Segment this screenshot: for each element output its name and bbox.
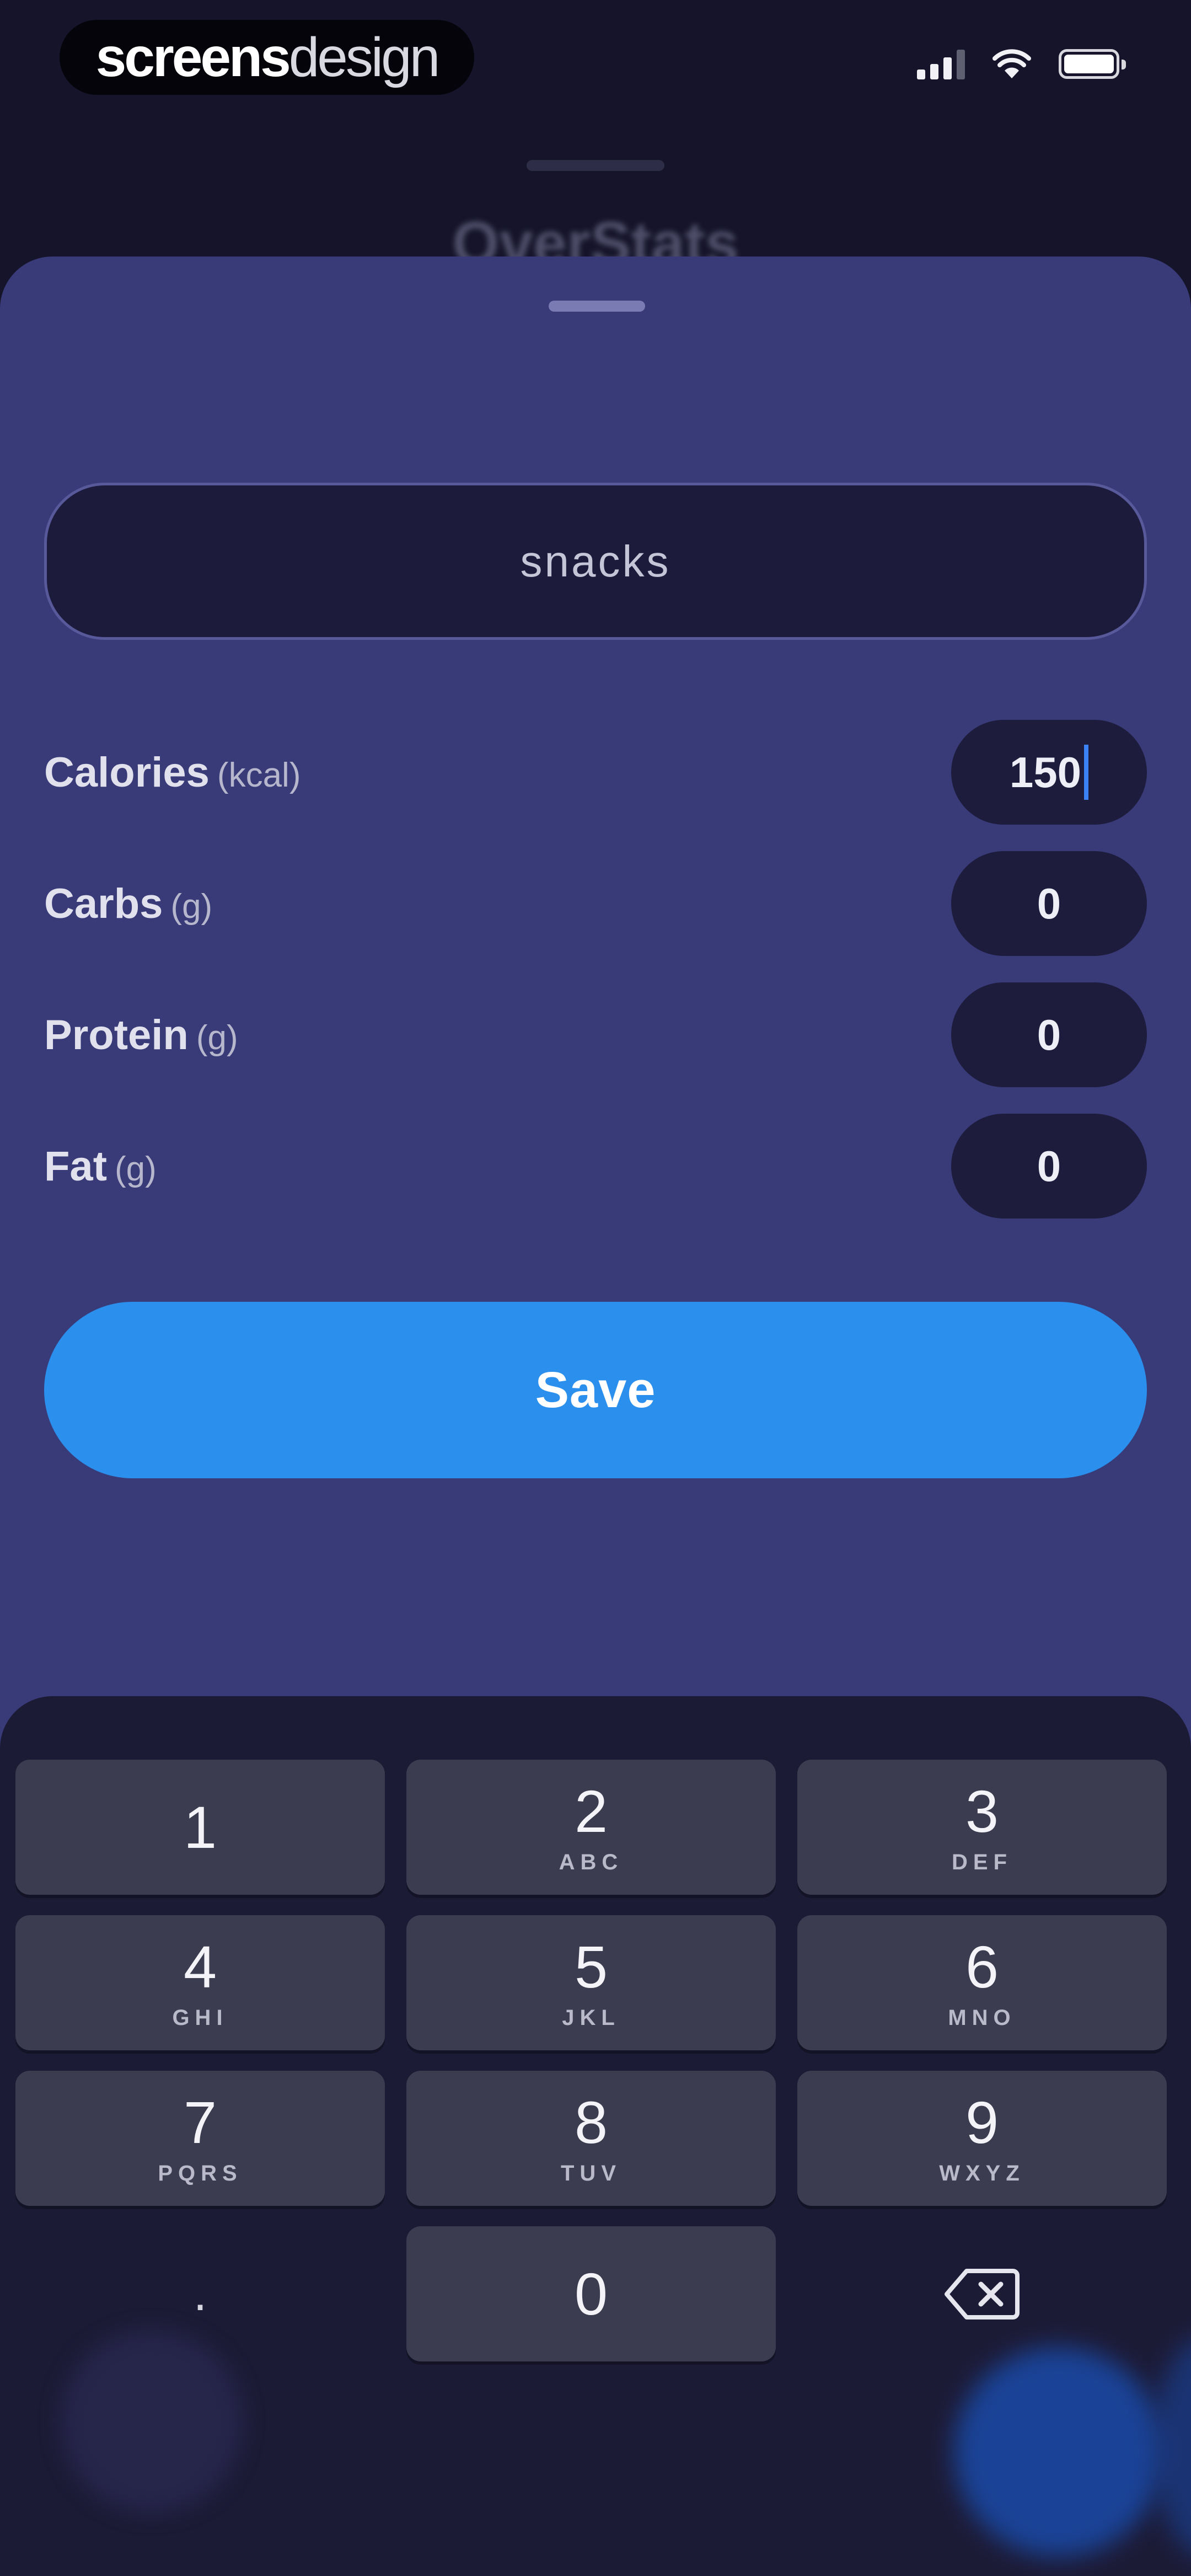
calories-label-text: Calories [44,749,210,796]
calories-value: 150 [1009,747,1082,797]
key-2-letters: ABC [559,1850,624,1874]
key-3-digit: 3 [965,1777,999,1845]
protein-value: 0 [1037,1010,1061,1059]
key-6-digit: 6 [965,1933,999,2000]
brand-bold-text: screens [95,26,291,88]
key-9[interactable]: 9 WXYZ [797,2071,1167,2206]
background-fab-blur-edge [1152,2336,1191,2557]
protein-unit: (g) [196,1018,238,1057]
key-6-letters: MNO [948,2005,1016,2030]
brand-watermark: screens design [60,20,474,95]
fat-value: 0 [1037,1141,1061,1190]
key-6[interactable]: 6 MNO [797,1915,1167,2050]
key-5[interactable]: 5 JKL [406,1915,776,2050]
calories-row: Calories (kcal) 150 [44,720,1147,825]
calories-input[interactable]: 150 [951,720,1147,825]
key-1-digit: 1 [183,1793,217,1861]
key-decimal[interactable]: . [15,2226,385,2361]
key-1[interactable]: 1 [15,1760,385,1895]
protein-input[interactable]: 0 [951,982,1147,1087]
key-4-letters: GHI [172,2005,228,2030]
key-4-digit: 4 [183,1933,217,2000]
food-name-input[interactable]: snacks [44,483,1147,640]
key-9-digit: 9 [965,2088,999,2156]
key-delete[interactable] [797,2226,1167,2361]
protein-label-text: Protein [44,1011,189,1059]
sheet-drag-handle[interactable] [549,301,645,312]
key-0-digit: 0 [574,2260,608,2327]
key-4[interactable]: 4 GHI [15,1915,385,2050]
key-9-letters: WXYZ [939,2161,1025,2185]
key-0[interactable]: 0 [406,2226,776,2361]
carbs-unit: (g) [170,887,213,926]
fat-label-text: Fat [44,1142,107,1190]
status-bar: screens design [0,0,1191,127]
key-decimal-label: . [193,2266,207,2321]
key-3[interactable]: 3 DEF [797,1760,1167,1895]
key-5-digit: 5 [574,1933,608,2000]
key-2[interactable]: 2 ABC [406,1760,776,1895]
carbs-label-text: Carbs [44,880,163,927]
carbs-row: Carbs (g) 0 [44,851,1147,956]
background-fab-blur [954,2347,1163,2557]
key-7[interactable]: 7 PQRS [15,2071,385,2206]
carbs-input[interactable]: 0 [951,851,1147,956]
key-8-digit: 8 [574,2088,608,2156]
save-button[interactable]: Save [44,1302,1147,1478]
key-7-letters: PQRS [158,2161,243,2185]
text-cursor [1084,745,1089,800]
calories-label: Calories (kcal) [44,749,301,797]
fat-unit: (g) [115,1150,157,1188]
battery-icon [1059,49,1126,79]
calories-unit: (kcal) [217,756,301,794]
protein-row: Protein (g) 0 [44,982,1147,1087]
brand-light-text: design [288,26,441,88]
key-5-letters: JKL [562,2005,620,2030]
status-icons [917,49,1126,79]
cellular-signal-icon [917,49,965,79]
fat-input[interactable]: 0 [951,1114,1147,1218]
fat-row: Fat (g) 0 [44,1114,1147,1218]
backspace-icon [945,2268,1020,2320]
key-7-digit: 7 [183,2088,217,2156]
carbs-value: 0 [1037,879,1061,928]
wifi-icon [993,49,1031,78]
key-2-digit: 2 [574,1777,608,1845]
key-3-letters: DEF [952,1850,1012,1874]
numeric-keypad: 1 2 ABC 3 DEF 4 GHI 5 JKL 6 MNO 7 PQRS 8… [0,1696,1191,2576]
key-8[interactable]: 8 TUV [406,2071,776,2206]
key-8-letters: TUV [561,2161,621,2185]
protein-label: Protein (g) [44,1011,238,1059]
background-sheet-handle [527,160,664,171]
carbs-label: Carbs (g) [44,880,212,928]
fat-label: Fat (g) [44,1142,157,1190]
